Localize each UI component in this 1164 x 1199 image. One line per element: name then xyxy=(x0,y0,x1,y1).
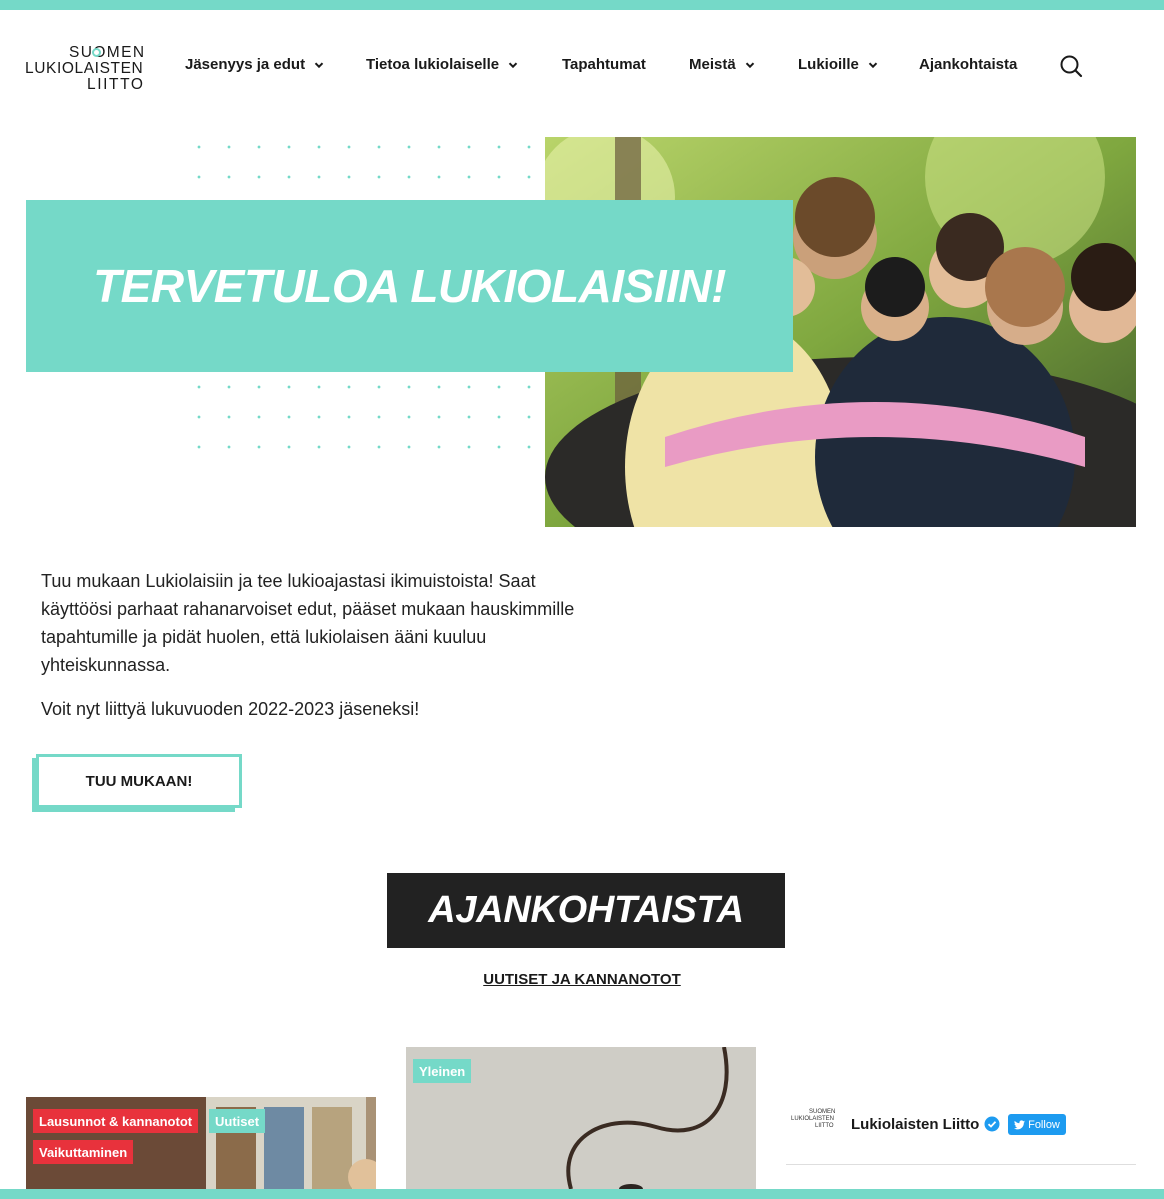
hero-title: TERVETULOA LUKIOLAISIIN! xyxy=(93,260,726,312)
news-and-statements-link[interactable]: UUTISET JA KANNANOTOT xyxy=(483,971,681,988)
news-card[interactable]: Lausunnot & kannanotot Uutiset Vaikuttam… xyxy=(26,1097,376,1189)
nav-item-meista[interactable]: Meistä xyxy=(689,56,756,73)
news-section-heading: AJANKOHTAISTA xyxy=(387,873,785,948)
news-link-wrapper: UUTISET JA KANNANOTOT xyxy=(0,971,1164,988)
news-tag[interactable]: Vaikuttaminen xyxy=(33,1140,134,1164)
site-logo[interactable]: SUOMEN LUKIOLAISTEN LIITTO xyxy=(25,44,145,94)
nav-item-label: Jäsenyys ja edut xyxy=(185,56,306,73)
divider xyxy=(786,1164,1136,1165)
avatar-logo-line: SUOMEN xyxy=(809,1109,836,1115)
follow-label: Follow xyxy=(1028,1118,1060,1131)
twitter-account-name[interactable]: Lukiolaisten Liitto xyxy=(851,1116,979,1133)
join-button[interactable]: TUU MUKAAN! xyxy=(36,754,242,808)
avatar-logo-line: LIITTO xyxy=(815,1123,834,1129)
nav-item-tietoa[interactable]: Tietoa lukiolaiselle xyxy=(366,56,519,73)
nav-item-label: Tietoa lukiolaiselle xyxy=(366,56,500,73)
avatar-logo-line: LUKIOLAISTEN xyxy=(791,1116,835,1122)
chevron-down-icon xyxy=(314,61,324,68)
intro-paragraph: Tuu mukaan Lukiolaisiin ja tee lukioajas… xyxy=(41,571,575,675)
decorative-dots-top xyxy=(184,132,544,192)
news-heading-text: AJANKOHTAISTA xyxy=(428,889,744,931)
nav-item-label: Tapahtumat xyxy=(562,56,646,73)
search-icon[interactable] xyxy=(1059,54,1083,78)
news-tag[interactable]: Uutiset xyxy=(209,1109,266,1133)
nav-item-label: Ajankohtaista xyxy=(919,56,1018,73)
twitter-bird-icon xyxy=(1014,1119,1026,1129)
nav-item-label: Meistä xyxy=(689,56,736,73)
intro-text: Tuu mukaan Lukiolaisiin ja tee lukioajas… xyxy=(41,567,581,723)
chevron-down-icon xyxy=(868,61,878,68)
top-accent-bar xyxy=(0,0,1164,10)
news-tag[interactable]: Yleinen xyxy=(413,1059,472,1083)
nav-item-tapahtumat[interactable]: Tapahtumat xyxy=(562,56,646,73)
decorative-dots-bottom xyxy=(184,372,544,462)
chevron-down-icon xyxy=(745,61,754,68)
nav-item-ajankohtaista[interactable]: Ajankohtaista xyxy=(919,56,1017,73)
nav-item-jasenyys[interactable]: Jäsenyys ja edut xyxy=(185,56,325,73)
twitter-avatar[interactable]: SUOMEN LUKIOLAISTEN LIITTO xyxy=(791,1109,839,1139)
verified-badge-icon xyxy=(984,1116,1000,1132)
news-tag[interactable]: Lausunnot & kannanotot xyxy=(33,1109,199,1133)
news-card[interactable]: Yleinen xyxy=(406,1047,756,1189)
chevron-down-icon xyxy=(508,61,518,68)
logo-line-3: LIITTO xyxy=(87,76,145,93)
bottom-accent-bar xyxy=(0,1189,1164,1199)
cta-wrapper: TUU MUKAAN! xyxy=(32,754,242,812)
nav-item-lukioille[interactable]: Lukioille xyxy=(798,56,879,73)
nav-item-label: Lukioille xyxy=(798,56,859,73)
twitter-follow-button[interactable]: Follow xyxy=(1008,1114,1066,1135)
logo-ring-icon xyxy=(92,48,101,57)
hero-banner: TERVETULOA LUKIOLAISIIN! xyxy=(26,200,793,372)
twitter-widget-header: SUOMEN LUKIOLAISTEN LIITTO Lukiolaisten … xyxy=(786,1105,1136,1165)
intro-paragraph: Voit nyt liittyä lukuvuoden 2022-2023 jä… xyxy=(41,699,420,719)
